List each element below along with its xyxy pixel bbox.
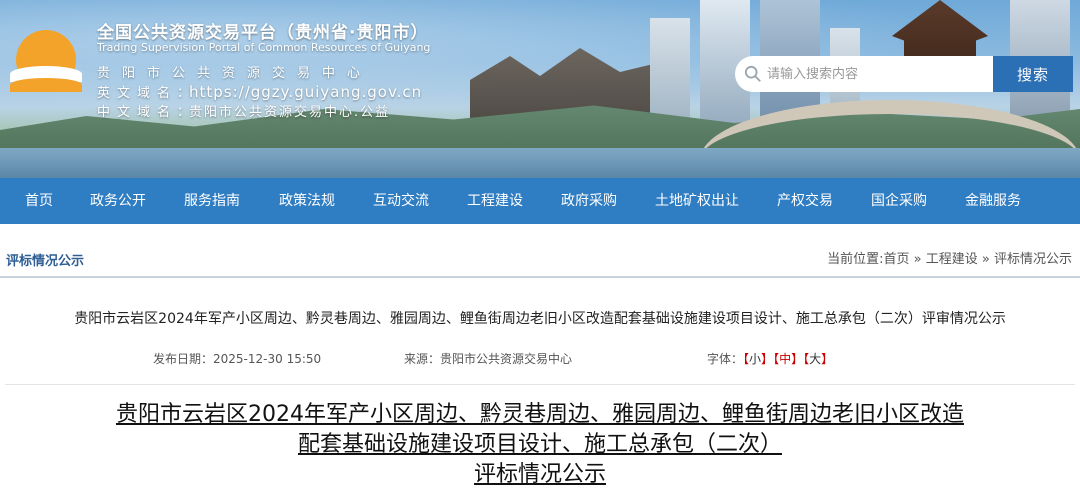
article-source: 来源：贵阳市公共资源交易中心 <box>404 350 572 367</box>
publish-date-value: 2025-12-30 15:50 <box>213 352 322 366</box>
en-domain-line: 英文域名：https://ggzy.guiyang.gov.cn <box>97 82 422 101</box>
breadcrumb-separator: » <box>909 252 926 267</box>
bracket: 】 <box>821 352 834 366</box>
cn-domain-value: 贵阳市公共资源交易中心.公益 <box>189 105 391 120</box>
nav-item-interaction[interactable]: 互动交流 <box>373 178 429 224</box>
nav-item-government-affairs[interactable]: 政务公开 <box>90 178 146 224</box>
publish-date: 发布日期：2025-12-30 15:50 <box>153 350 321 367</box>
nav-item-service-guide[interactable]: 服务指南 <box>184 178 240 224</box>
breadcrumb-link-home[interactable]: 首页 <box>884 252 910 267</box>
center-name: 贵阳市公共资源交易中心 <box>97 66 373 81</box>
search-input[interactable] <box>767 56 987 92</box>
banner-river <box>0 148 1080 178</box>
breadcrumb: 当前位置:首页 » 工程建设 » 评标情况公示 <box>827 248 1072 267</box>
bracket: 】 <box>791 352 804 366</box>
site-logo[interactable] <box>10 30 82 102</box>
source-value: 贵阳市公共资源交易中心 <box>440 352 573 366</box>
breadcrumb-link-bid-evaluation[interactable]: 评标情况公示 <box>994 252 1072 267</box>
en-domain-label: 英文域名： <box>97 86 198 101</box>
header-banner: 全国公共资源交易平台（贵州省·贵阳市） Trading Supervision … <box>0 0 1080 178</box>
article-heading-line: 评标情况公示 <box>473 462 606 487</box>
nav-item-construction[interactable]: 工程建设 <box>467 178 523 224</box>
cn-domain-label: 中文域名： <box>97 105 198 120</box>
nav-item-home[interactable]: 首页 <box>25 178 53 224</box>
site-title-en: Trading Supervision Portal of Common Res… <box>97 41 431 54</box>
nav-item-property-trading[interactable]: 产权交易 <box>777 178 833 224</box>
search-box <box>735 56 993 92</box>
font-size-label: 字体： <box>707 352 744 366</box>
bracket: 】 <box>761 352 774 366</box>
nav-item-soe-procurement[interactable]: 国企采购 <box>871 178 927 224</box>
nav-item-financial-services[interactable]: 金融服务 <box>965 178 1021 224</box>
main-nav: 首页 政务公开 服务指南 政策法规 互动交流 工程建设 政府采购 土地矿权出让 … <box>0 178 1080 224</box>
breadcrumb-link-construction[interactable]: 工程建设 <box>926 252 978 267</box>
source-label: 来源： <box>404 352 441 366</box>
breadcrumb-bar: 评标情况公示 当前位置:首页 » 工程建设 » 评标情况公示 <box>0 238 1080 278</box>
font-size-large-button[interactable]: 大 <box>809 352 821 366</box>
search-icon <box>744 65 761 82</box>
nav-item-government-procurement[interactable]: 政府采购 <box>561 178 617 224</box>
nav-item-land-mining[interactable]: 土地矿权出让 <box>655 178 739 224</box>
article-heading-line: 配套基础设施建设项目设计、施工总承包（二次） <box>297 432 782 457</box>
article-heading: 贵阳市云岩区2024年军产小区周边、黔灵巷周边、雅园周边、鲤鱼街周边老旧小区改造… <box>0 400 1080 490</box>
article-heading-line: 贵阳市云岩区2024年军产小区周边、黔灵巷周边、雅园周边、鲤鱼街周边老旧小区改造 <box>116 402 964 427</box>
section-title: 评标情况公示 <box>6 254 85 269</box>
font-size-medium-button[interactable]: 中 <box>779 352 791 366</box>
font-size-switcher: 字体：【小】【中】【大】 <box>707 350 833 367</box>
breadcrumb-label: 当前位置: <box>827 252 884 267</box>
search-button[interactable]: 搜索 <box>993 56 1073 92</box>
breadcrumb-separator: » <box>977 252 994 267</box>
site-title: 全国公共资源交易平台（贵州省·贵阳市） <box>97 23 429 43</box>
logo-wave-shape <box>10 78 82 92</box>
en-domain-value: https://ggzy.guiyang.gov.cn <box>189 83 423 101</box>
divider <box>5 384 1075 385</box>
cn-domain-line: 中文域名：贵阳市公共资源交易中心.公益 <box>97 101 390 120</box>
publish-date-label: 发布日期： <box>153 352 214 366</box>
article-title: 贵阳市云岩区2024年军产小区周边、黔灵巷周边、雅园周边、鲤鱼街周边老旧小区改造… <box>74 311 1006 327</box>
nav-item-policies[interactable]: 政策法规 <box>279 178 335 224</box>
font-size-small-button[interactable]: 小 <box>749 352 761 366</box>
